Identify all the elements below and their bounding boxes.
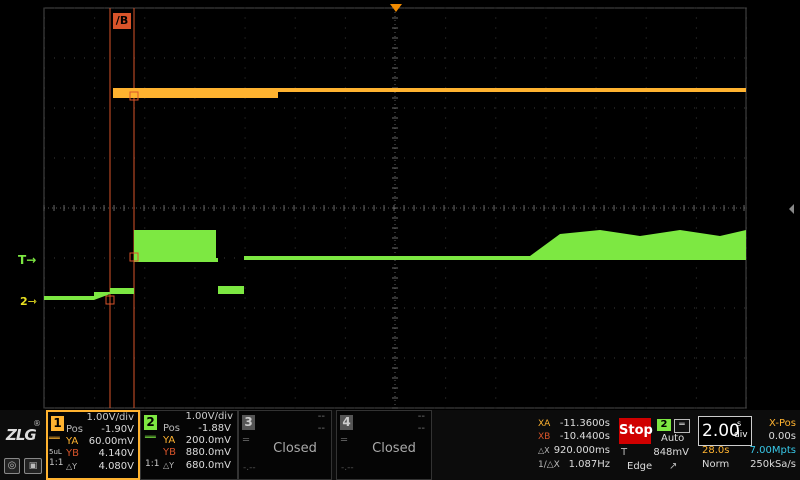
logo: ZLG [6, 426, 37, 444]
ch2-pos-row: Pos -1.88V [163, 423, 235, 435]
timebase-box[interactable]: 2.00 s div [698, 416, 752, 446]
inv-dx-value: 1.087Hz [568, 459, 610, 470]
timebase-unit-bottom: div [734, 430, 748, 440]
trigger-level-marker[interactable]: T→ [18, 253, 36, 267]
ch4-ratio-dash: -.-- [341, 463, 354, 473]
trigger-mode[interactable]: Auto [661, 433, 684, 445]
ch2-ya-label: YA [163, 435, 176, 446]
ch1-ya-row: YA 60.00mV [66, 436, 138, 448]
ch1-coupling: ══ [49, 434, 60, 444]
ch3-panel[interactable]: 3 -- -- ═ Closed -.-- [238, 410, 332, 480]
ch4-number: 4 [340, 415, 353, 430]
waveform-display[interactable]: /B T→ 2⇾ [0, 0, 800, 410]
sample-rate: 250kSa/s [750, 459, 796, 470]
logo-area: ZLG ® ◎ ▣ [0, 410, 46, 480]
trigger-level-value: 848mV [653, 447, 689, 458]
window-length: 28.0s [702, 445, 730, 456]
trigger-source-badge: 2 [657, 419, 671, 431]
run-stop-button[interactable]: Stop [619, 418, 653, 444]
ch2-vdiv: 1.00V/div [185, 411, 233, 422]
ch1-yb-value: 4.140V [98, 448, 134, 459]
ch2-yb-value: 880.0mV [185, 447, 231, 458]
xpos-label: X-Pos [769, 418, 796, 429]
acquire-mode: Norm [702, 459, 730, 470]
ch1-yb-row: YB 4.140V [66, 448, 138, 460]
search-icon[interactable]: ◎ [4, 458, 20, 474]
ch1-vdiv: 1.00V/div [86, 412, 134, 423]
ground-arrow-icon: ⇾ [27, 295, 37, 308]
trigger-level-label: T [621, 447, 628, 458]
ch3-dash-2: -- [317, 423, 325, 434]
ch1-pos-label: Pos [66, 424, 84, 435]
ch2-ya-value: 200.0mV [185, 435, 231, 446]
screenshot-icon[interactable]: ▣ [24, 458, 42, 474]
ch3-status: Closed [273, 441, 317, 456]
ch2-yb-label: YB [163, 447, 176, 458]
ch1-ya-value: 60.00mV [88, 436, 134, 447]
trigger-label: T [18, 253, 27, 267]
ch2-dy-row: △Y 680.0mV [163, 460, 235, 472]
ch1-yb-label: YB [66, 448, 79, 459]
ch1-dy-label: △Y [66, 462, 78, 471]
cursor-readout[interactable]: XA -11.3600s XB -10.4400s △X 920.000ms 1/△X… [536, 410, 616, 480]
registered-icon: ® [33, 419, 41, 428]
ch2-number: 2 [144, 415, 157, 430]
ch1-panel[interactable]: 1 1.00V/div Pos -1.90V ══ YA 60.00mV 5uL Y… [46, 410, 140, 480]
ch2-pos-label: Pos [163, 423, 181, 434]
ch2-marker-label: 2 [20, 295, 28, 308]
ch3-number: 3 [242, 415, 255, 430]
trigger-position-marker[interactable] [390, 4, 402, 12]
ch3-ratio-dash: -.-- [243, 463, 256, 473]
timebase-unit-top: s [737, 419, 742, 428]
ch2-yb-row: YB 880.0mV [163, 447, 235, 459]
ch3-dash-1: -- [317, 411, 325, 422]
ch2-ratio: 1:1 [145, 459, 160, 469]
cursor-b-tag[interactable]: /B [113, 13, 131, 29]
waveform-screen[interactable] [0, 0, 800, 410]
dx-value: 920.000ms [553, 445, 610, 456]
ch1-number: 1 [51, 416, 64, 431]
memory-depth: 7.00Mpts [749, 445, 796, 456]
ch4-status: Closed [372, 441, 416, 456]
status-bar: ZLG ® ◎ ▣ 1 1.00V/div Pos -1.90V ══ YA 60.… [0, 410, 800, 480]
ch1-dy-row: △Y 4.080V [66, 461, 138, 473]
ch1-dy-value: 4.080V [98, 461, 134, 472]
ch4-coupling: ═ [341, 435, 348, 446]
xa-value: -11.3600s [559, 418, 610, 429]
arrow-right-icon: → [26, 253, 37, 267]
ch2-dy-value: 680.0mV [185, 460, 231, 471]
ch1-trace [113, 88, 746, 98]
ch4-panel[interactable]: 4 -- -- ═ Closed -.-- [336, 410, 432, 480]
ch4-dash-2: -- [417, 423, 425, 434]
ch2-panel[interactable]: 2 1.00V/div Pos -1.88V ══ YA 200.0mV YB 880… [140, 410, 238, 480]
dx-label: △X [538, 446, 550, 455]
ch1-ratio: 1:1 [49, 458, 64, 468]
inv-dx-label: 1/△X [538, 460, 560, 470]
ch2-dy-label: △Y [163, 461, 175, 470]
trigger-slope-icon: ═ [674, 419, 690, 433]
ch2-ground-marker[interactable]: 2⇾ [20, 295, 37, 308]
ch1-pos-value: -1.90V [101, 424, 134, 435]
ch4-dash-1: -- [417, 411, 425, 422]
ch2-pos-value: -1.88V [198, 423, 231, 434]
xb-label: XB [538, 432, 551, 442]
rising-edge-icon: ↗ [669, 461, 678, 472]
timebase-panel[interactable]: 2.00 s div X-Pos 0.00s 28.0s 7.00Mpts No… [698, 410, 800, 480]
side-menu-arrow-icon[interactable] [789, 204, 794, 214]
ch2-ya-row: YA 200.0mV [163, 435, 235, 447]
ch1-ya-label: YA [66, 436, 79, 447]
trigger-type[interactable]: Edge [627, 461, 652, 473]
xa-label: XA [538, 419, 551, 429]
trigger-panel[interactable]: Stop 2 ═ Auto T 848mV Edge ↗ [617, 410, 697, 480]
ch1-pos-row: Pos -1.90V [66, 424, 138, 436]
xb-value: -10.4400s [559, 431, 610, 442]
xpos-value: 0.00s [768, 431, 796, 442]
ch3-coupling: ═ [243, 435, 250, 446]
ch2-coupling: ══ [145, 433, 156, 443]
